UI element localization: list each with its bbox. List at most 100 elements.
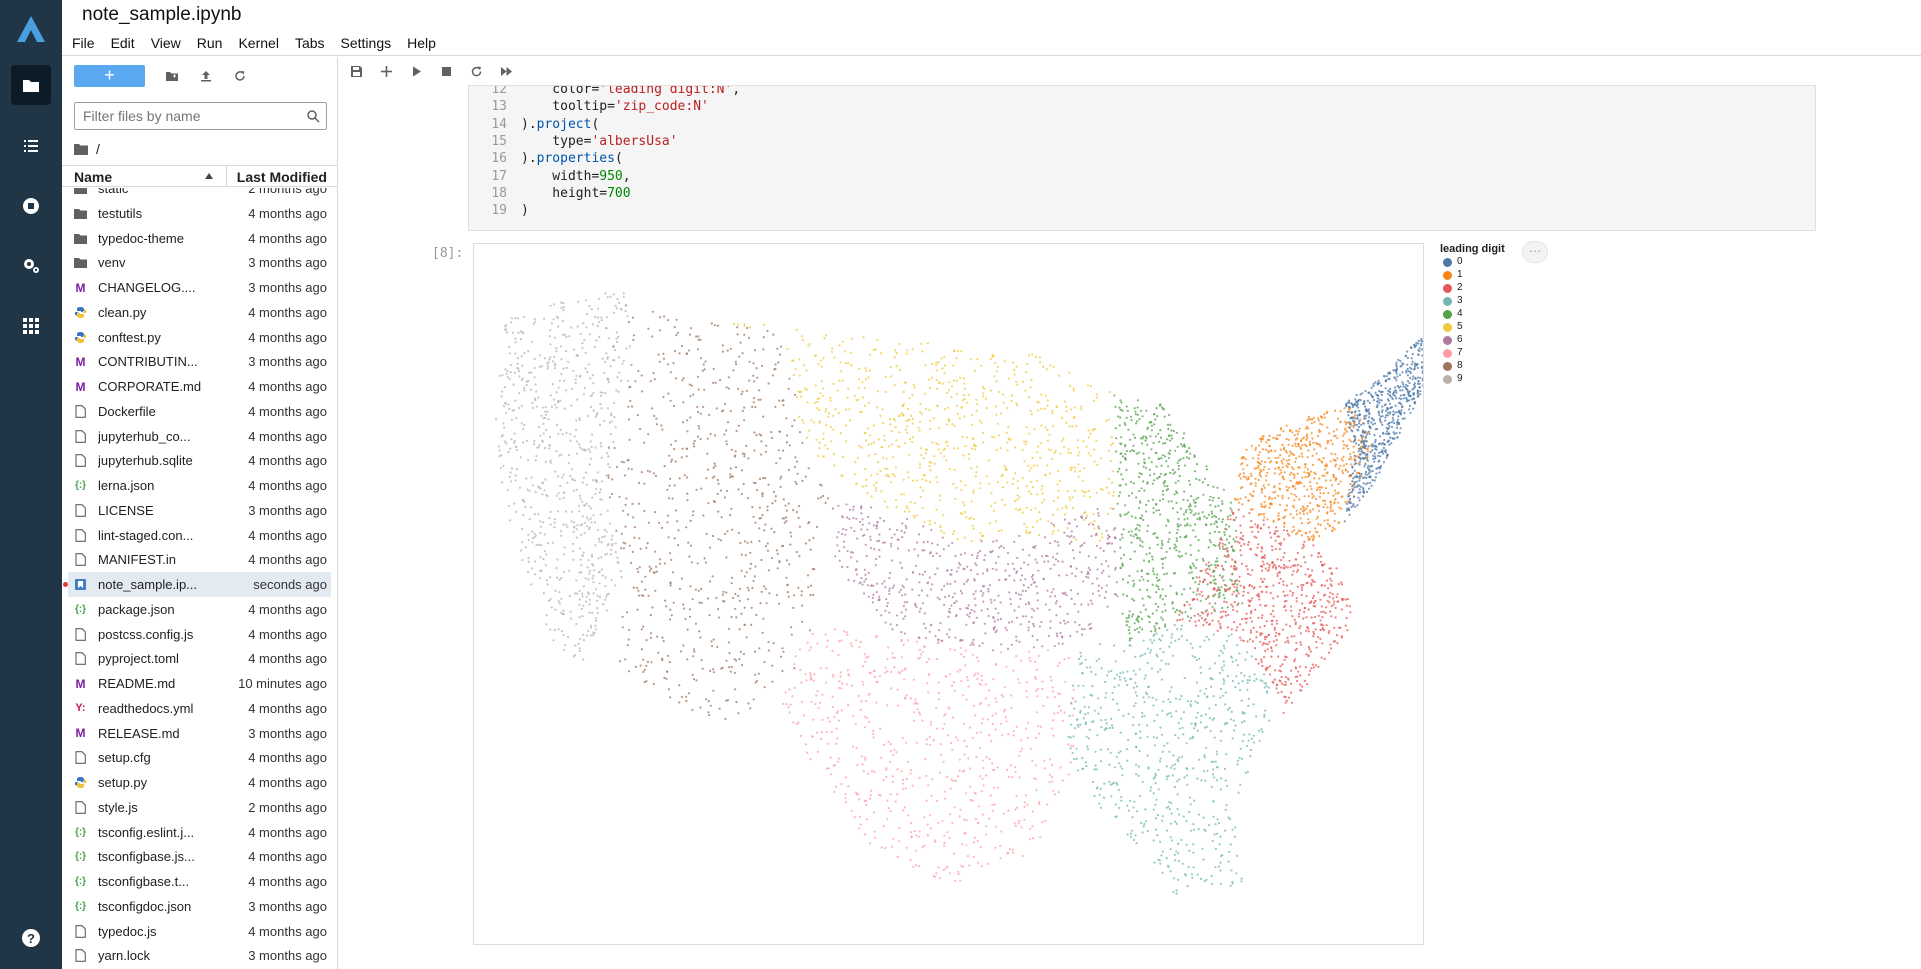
map-point[interactable] (1030, 480, 1033, 484)
map-point[interactable] (1007, 563, 1010, 566)
map-point[interactable] (829, 425, 832, 429)
map-point[interactable] (577, 642, 580, 645)
map-point[interactable] (1099, 706, 1102, 709)
map-point[interactable] (987, 590, 990, 593)
map-point[interactable] (1136, 627, 1139, 630)
map-point[interactable] (1184, 536, 1187, 539)
map-point[interactable] (1263, 713, 1266, 716)
map-point[interactable] (798, 415, 801, 418)
map-point[interactable] (1139, 544, 1142, 547)
map-point[interactable] (985, 407, 988, 410)
map-point[interactable] (948, 467, 951, 470)
map-point[interactable] (918, 533, 921, 536)
map-point[interactable] (973, 610, 976, 613)
map-point[interactable] (557, 628, 560, 631)
map-point[interactable] (1074, 621, 1077, 624)
map-point[interactable] (996, 422, 1000, 425)
map-point[interactable] (824, 501, 827, 504)
map-point[interactable] (1181, 726, 1184, 729)
map-point[interactable] (753, 575, 756, 578)
map-point[interactable] (1116, 470, 1120, 473)
map-point[interactable] (831, 507, 834, 510)
map-point[interactable] (827, 742, 830, 745)
map-point[interactable] (543, 446, 547, 450)
map-point[interactable] (1136, 810, 1139, 813)
map-point[interactable] (531, 406, 534, 410)
map-point[interactable] (534, 459, 537, 462)
map-point[interactable] (995, 380, 998, 383)
map-point[interactable] (994, 361, 997, 364)
map-point[interactable] (504, 401, 507, 404)
map-point[interactable] (1219, 687, 1222, 691)
map-point[interactable] (722, 600, 725, 603)
map-point[interactable] (872, 593, 875, 596)
map-point[interactable] (995, 370, 998, 373)
map-point[interactable] (594, 315, 597, 319)
map-point[interactable] (849, 642, 853, 645)
map-point[interactable] (1027, 629, 1030, 632)
map-point[interactable] (1230, 545, 1234, 548)
map-point[interactable] (1028, 620, 1031, 623)
map-point[interactable] (1111, 442, 1115, 445)
map-point[interactable] (1100, 532, 1103, 535)
map-point[interactable] (688, 615, 692, 618)
map-point[interactable] (808, 539, 811, 542)
map-point[interactable] (1134, 673, 1137, 676)
map-point[interactable] (1161, 610, 1164, 613)
map-point[interactable] (1175, 889, 1178, 892)
map-point[interactable] (630, 468, 633, 471)
map-point[interactable] (852, 508, 855, 511)
map-point[interactable] (809, 678, 812, 681)
map-point[interactable] (1134, 702, 1137, 705)
map-point[interactable] (1147, 595, 1150, 598)
map-point[interactable] (918, 420, 922, 423)
map-point[interactable] (573, 479, 576, 482)
map-point[interactable] (1180, 694, 1183, 698)
map-point[interactable] (904, 787, 907, 790)
map-point[interactable] (1054, 602, 1057, 605)
map-point[interactable] (878, 675, 882, 678)
map-point[interactable] (1002, 710, 1006, 713)
map-point[interactable] (940, 529, 943, 532)
map-point[interactable] (845, 683, 849, 686)
map-point[interactable] (1177, 517, 1180, 521)
map-point[interactable] (663, 315, 666, 318)
map-point[interactable] (1046, 554, 1049, 558)
map-point[interactable] (1033, 581, 1036, 584)
map-point[interactable] (963, 818, 966, 821)
map-point[interactable] (519, 456, 522, 459)
map-point[interactable] (1127, 530, 1130, 533)
map-point[interactable] (1203, 639, 1206, 642)
map-point[interactable] (795, 328, 798, 331)
map-point[interactable] (1046, 464, 1049, 467)
map-point[interactable] (908, 510, 911, 513)
map-point[interactable] (848, 408, 851, 411)
map-point[interactable] (1115, 437, 1118, 440)
map-point[interactable] (1291, 594, 1294, 597)
map-point[interactable] (561, 433, 564, 436)
map-point[interactable] (864, 378, 867, 381)
map-point[interactable] (751, 405, 754, 408)
map-point[interactable] (1008, 574, 1011, 577)
map-point[interactable] (703, 388, 706, 391)
table-of-contents-tab[interactable] (11, 126, 51, 166)
map-point[interactable] (734, 454, 737, 457)
map-point[interactable] (977, 821, 980, 824)
map-point[interactable] (764, 587, 767, 590)
map-point[interactable] (668, 454, 671, 457)
map-point[interactable] (904, 615, 907, 618)
map-point[interactable] (1029, 747, 1032, 750)
map-point[interactable] (824, 444, 827, 447)
map-point[interactable] (973, 597, 976, 600)
map-point[interactable] (643, 668, 646, 671)
map-point[interactable] (957, 566, 960, 569)
name-column-header[interactable]: Name (74, 169, 112, 185)
map-point[interactable] (562, 633, 565, 636)
map-point[interactable] (732, 596, 735, 600)
map-point[interactable] (593, 632, 596, 635)
map-point[interactable] (534, 573, 537, 576)
map-point[interactable] (859, 581, 862, 584)
map-point[interactable] (555, 494, 558, 497)
map-point[interactable] (999, 617, 1003, 621)
map-point[interactable] (575, 488, 578, 491)
